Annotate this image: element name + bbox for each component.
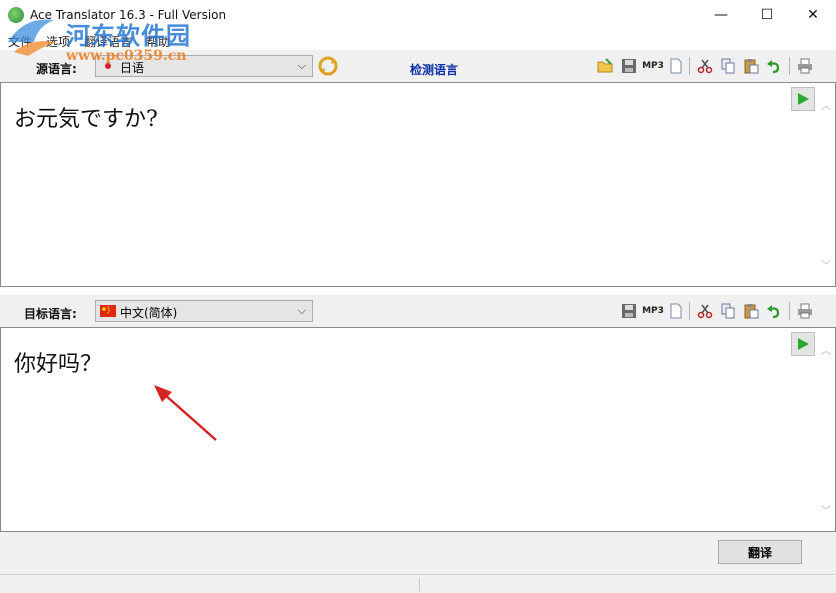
scroll-down-icon[interactable]: ﹀ <box>821 502 831 517</box>
paste-icon[interactable] <box>743 303 759 319</box>
target-text-area[interactable]: 你好吗？ ︿ ﹀ <box>0 327 836 532</box>
play-icon <box>798 338 809 350</box>
scroll-down-icon[interactable]: ﹀ <box>821 257 831 272</box>
chevron-down-icon: ⌵ <box>297 59 306 72</box>
china-flag-icon <box>100 305 116 317</box>
menu-translate-language[interactable]: 翻译语言 <box>84 33 132 50</box>
toolbar-separator <box>789 302 790 320</box>
target-language-label: 目标语言: <box>24 307 77 321</box>
mp3-icon[interactable]: MP3 <box>642 303 664 319</box>
source-language-label: 源语言: <box>36 62 77 76</box>
target-language-select[interactable]: 中文(简体) ⌵ <box>95 300 313 322</box>
toolbar-separator <box>789 57 790 75</box>
play-target-button[interactable] <box>791 332 815 356</box>
new-document-icon[interactable] <box>668 303 684 319</box>
cut-icon[interactable] <box>697 303 713 319</box>
toolbar-separator <box>689 57 690 75</box>
swap-languages-icon[interactable] <box>318 56 338 76</box>
annotation-arrow-icon <box>154 385 217 441</box>
scroll-up-icon[interactable]: ︿ <box>821 97 831 112</box>
status-separator <box>419 578 420 592</box>
menu-help[interactable]: 帮助 <box>146 33 170 50</box>
copy-icon[interactable] <box>720 58 736 74</box>
play-icon <box>798 93 809 105</box>
undo-icon[interactable] <box>766 58 782 74</box>
target-text[interactable]: 你好吗？ <box>14 346 102 378</box>
source-language-select[interactable]: 日语 ⌵ <box>95 55 313 77</box>
target-scrollbar[interactable]: ︿ ﹀ <box>818 328 835 531</box>
mp3-icon[interactable]: MP3 <box>642 58 664 74</box>
toolbar-separator <box>689 302 690 320</box>
status-bar <box>0 574 836 593</box>
paste-icon[interactable] <box>743 58 759 74</box>
undo-icon[interactable] <box>766 303 782 319</box>
app-globe-icon <box>8 7 24 23</box>
cut-icon[interactable] <box>697 58 713 74</box>
print-icon[interactable] <box>797 303 813 319</box>
scroll-up-icon[interactable]: ︿ <box>821 342 831 357</box>
print-icon[interactable] <box>797 58 813 74</box>
play-source-button[interactable] <box>791 87 815 111</box>
menu-options[interactable]: 选项 <box>46 33 70 50</box>
open-folder-icon[interactable] <box>597 58 613 74</box>
japan-flag-icon <box>100 60 116 72</box>
title-bar: Ace Translator 16.3 - Full Version — ☐ ✕ <box>0 0 836 30</box>
target-language-value: 中文(简体) <box>120 306 178 320</box>
target-toolbar: 目标语言: 中文(简体) ⌵ MP3 <box>0 295 836 327</box>
action-bar: 翻译 <box>0 532 836 574</box>
minimize-button[interactable]: — <box>698 0 744 30</box>
source-text[interactable]: お元気ですか? <box>14 101 158 133</box>
source-language-value: 日语 <box>120 61 145 75</box>
source-text-area[interactable]: お元気ですか? ︿ ﹀ <box>0 82 836 287</box>
window-title: Ace Translator 16.3 - Full Version <box>30 8 227 22</box>
source-toolbar: 源语言: 日语 ⌵ 检测语言 MP3 <box>0 50 836 82</box>
copy-icon[interactable] <box>720 303 736 319</box>
new-document-icon[interactable] <box>668 58 684 74</box>
detect-language-link[interactable]: 检测语言 <box>410 61 458 78</box>
close-button[interactable]: ✕ <box>790 0 836 30</box>
chevron-down-icon: ⌵ <box>297 304 306 317</box>
save-icon[interactable] <box>621 303 637 319</box>
source-scrollbar[interactable]: ︿ ﹀ <box>818 83 835 286</box>
maximize-button[interactable]: ☐ <box>744 0 790 30</box>
menu-bar: 文件 选项 翻译语言 帮助 <box>0 30 836 50</box>
save-icon[interactable] <box>621 58 637 74</box>
menu-file[interactable]: 文件 <box>8 33 32 50</box>
translate-button[interactable]: 翻译 <box>718 540 802 564</box>
